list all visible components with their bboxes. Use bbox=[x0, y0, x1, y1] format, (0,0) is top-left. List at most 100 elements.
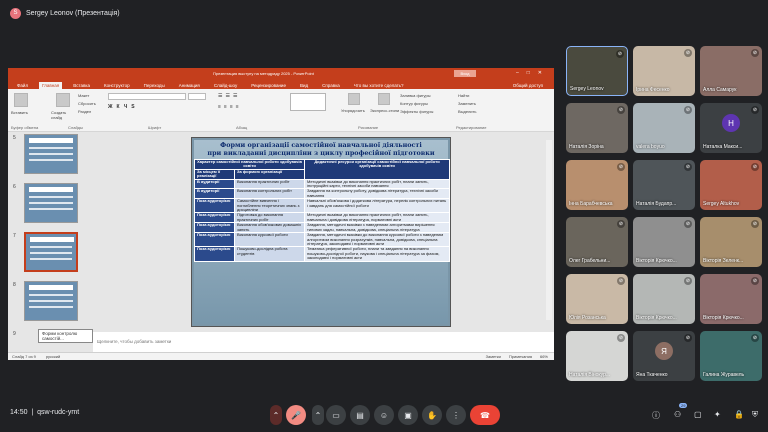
share-button[interactable]: Общий доступ bbox=[510, 82, 546, 89]
participant-tile[interactable]: ⊘ Алла Самарук bbox=[700, 46, 762, 96]
font-size-select[interactable] bbox=[188, 93, 206, 100]
mic-muted-icon: ⊘ bbox=[684, 334, 692, 342]
camera-button[interactable]: ▭ bbox=[326, 405, 346, 425]
participant-tile[interactable]: ⊘ Sergey Leonov bbox=[566, 46, 628, 96]
tab-transitions[interactable]: Переходы bbox=[141, 82, 168, 89]
tab-slideshow[interactable]: Слайд-шоу bbox=[211, 82, 240, 89]
chat-icon[interactable]: ▢ bbox=[694, 410, 702, 419]
host-controls-icon[interactable]: 🔒 bbox=[734, 410, 744, 419]
participant-name: valera boyuo bbox=[636, 144, 665, 150]
more-options-button[interactable]: ⋮ bbox=[446, 405, 466, 425]
window-controls[interactable]: –□✕ bbox=[516, 70, 550, 76]
activities-icon[interactable]: ✦ bbox=[714, 410, 721, 419]
section-button[interactable]: Раздел bbox=[78, 109, 91, 114]
participant-name: Юлія Розанська bbox=[569, 315, 606, 321]
subheader-place: За місцем її реалізації bbox=[194, 168, 235, 180]
paste-icon[interactable] bbox=[14, 93, 28, 107]
participant-tile[interactable]: ⊘ Вікторія Зеленк... bbox=[700, 217, 762, 267]
slide-thumb-5[interactable] bbox=[24, 134, 78, 174]
shield-icon[interactable]: ⛨ bbox=[752, 410, 758, 420]
tab-animation[interactable]: Анимация bbox=[176, 82, 203, 89]
participant-name: Алла Самарук bbox=[703, 87, 737, 93]
present-button[interactable]: ▣ bbox=[398, 405, 418, 425]
participant-tile[interactable]: Я ⊘ Яна Ткаченко bbox=[633, 331, 695, 381]
shape-effects-button[interactable]: Эффекты фигуры bbox=[400, 109, 433, 114]
arrange-button[interactable]: Упорядочить bbox=[341, 108, 365, 113]
quick-styles-icon[interactable] bbox=[378, 93, 390, 105]
leave-call-button[interactable]: ☎ bbox=[470, 405, 500, 425]
slide-title-line-2: при викладанні дисципліни з циклу профес… bbox=[207, 148, 435, 157]
tab-view[interactable]: Вид bbox=[297, 82, 311, 89]
font-format-icons[interactable]: ЖКЧS bbox=[108, 104, 139, 110]
tell-me-search[interactable]: Что вы хотите сделать? bbox=[351, 82, 407, 89]
new-slide-icon[interactable] bbox=[56, 93, 70, 107]
captions-button[interactable]: ▤ bbox=[350, 405, 370, 425]
slide-thumb-7[interactable] bbox=[24, 232, 78, 272]
mic-muted-icon: ⊘ bbox=[684, 220, 692, 228]
mic-muted-icon: ⊘ bbox=[751, 334, 759, 342]
participant-tile[interactable]: ⊘ valera boyuo bbox=[633, 103, 695, 153]
new-slide-button[interactable]: Создать слайд bbox=[51, 110, 77, 120]
participant-tile[interactable]: H ⊘ Наталка Макси... bbox=[700, 103, 762, 153]
tab-review[interactable]: Рецензирование bbox=[248, 82, 289, 89]
paragraph-icons[interactable]: ☰☰☰ bbox=[218, 93, 240, 99]
participant-tile[interactable]: ⊘ Вікторія Крючко... bbox=[700, 274, 762, 324]
participant-name: Ірина Фесенко bbox=[636, 87, 670, 93]
shape-outline-button[interactable]: Контур фигуры bbox=[400, 101, 428, 106]
find-button[interactable]: Найти bbox=[458, 93, 469, 98]
current-slide[interactable]: Форми організації самостійної навчальної… bbox=[191, 137, 451, 327]
participant-tile[interactable]: ⊘ Інна Барабчевська bbox=[566, 160, 628, 210]
ribbon-tabs: Файл Главная Вставка Конструктор Переход… bbox=[8, 79, 554, 89]
select-button[interactable]: Выделить bbox=[458, 109, 476, 114]
slide-thumb-8[interactable] bbox=[24, 281, 78, 321]
participant-name: Інна Барабчевська bbox=[569, 201, 613, 207]
layout-button[interactable]: Макет bbox=[78, 93, 89, 98]
vertical-scrollbar[interactable] bbox=[546, 140, 552, 320]
notes-toggle[interactable]: Заметки bbox=[486, 354, 501, 359]
quick-styles-button[interactable]: Экспресс-стили bbox=[370, 108, 399, 113]
participant-avatar: Я bbox=[655, 342, 673, 360]
participant-tile[interactable]: ⊘ Вікторія Крючко... bbox=[633, 217, 695, 267]
participant-tile[interactable]: ⊘ Галина Журавель bbox=[700, 331, 762, 381]
group-paragraph: Абзац bbox=[236, 125, 248, 130]
align-icons[interactable]: ≡≡≡≡ bbox=[218, 104, 242, 110]
tab-help[interactable]: Справка bbox=[319, 82, 343, 89]
mic-options-button[interactable]: ⌃ bbox=[270, 405, 282, 425]
participant-tile[interactable]: ⊘ Sergey Altukhov bbox=[700, 160, 762, 210]
paste-button[interactable]: Вставить bbox=[11, 110, 28, 115]
tab-file[interactable]: Файл bbox=[14, 82, 31, 89]
info-icon[interactable]: ⓘ bbox=[652, 410, 660, 421]
tab-home[interactable]: Главная bbox=[39, 82, 63, 89]
group-editing: Редактирование bbox=[456, 125, 487, 130]
camera-options-button[interactable]: ⌃ bbox=[312, 405, 324, 425]
slide-thumbnails: 5 6 7 8 9 Форми контролю самостій... bbox=[8, 132, 93, 352]
shape-fill-button[interactable]: Заливка фигуры bbox=[400, 93, 431, 98]
slide-thumb-6[interactable] bbox=[24, 183, 78, 223]
mic-off-button[interactable]: 🎤 bbox=[286, 405, 306, 425]
signin-button[interactable]: Вход bbox=[454, 70, 476, 77]
comments-toggle[interactable]: Примечания bbox=[509, 354, 532, 359]
participant-tile[interactable]: ⊘ Наталія Зоріна bbox=[566, 103, 628, 153]
shapes-gallery[interactable] bbox=[290, 93, 326, 111]
participant-tile[interactable]: ⊘ Юлія Розанська bbox=[566, 274, 628, 324]
participant-tile[interactable]: ⊘ Вікторія Крючко... bbox=[633, 274, 695, 324]
group-clipboard: Буфер обмена bbox=[11, 125, 39, 130]
emoji-button[interactable]: ☺ bbox=[374, 405, 394, 425]
replace-button[interactable]: Заменить bbox=[458, 101, 476, 106]
raise-hand-button[interactable]: ✋ bbox=[422, 405, 442, 425]
tab-design[interactable]: Конструктор bbox=[101, 82, 133, 89]
participant-tile[interactable]: ⊘ Наталія Вінокур... bbox=[566, 331, 628, 381]
cell-form: Виконання курсової роботи bbox=[234, 232, 305, 248]
reset-button[interactable]: Сбросить bbox=[78, 101, 96, 106]
participant-name: Наталка Макси... bbox=[703, 144, 743, 150]
language-indicator[interactable]: русский bbox=[46, 354, 60, 359]
participant-tile[interactable]: ⊘ Ірина Фесенко bbox=[633, 46, 695, 96]
participant-tile[interactable]: ⊘ Олег Грабельни... bbox=[566, 217, 628, 267]
font-name-select[interactable] bbox=[108, 93, 186, 100]
people-icon[interactable]: ⚇ bbox=[674, 410, 681, 419]
arrange-icon[interactable] bbox=[348, 93, 360, 105]
tab-insert[interactable]: Вставка bbox=[70, 82, 93, 89]
participant-tile[interactable]: ⊘ Наталія Будапр... bbox=[633, 160, 695, 210]
zoom-level[interactable]: 66% bbox=[540, 354, 548, 359]
notes-pane[interactable]: Щелкните, чтобы добавить заметки bbox=[93, 332, 554, 352]
